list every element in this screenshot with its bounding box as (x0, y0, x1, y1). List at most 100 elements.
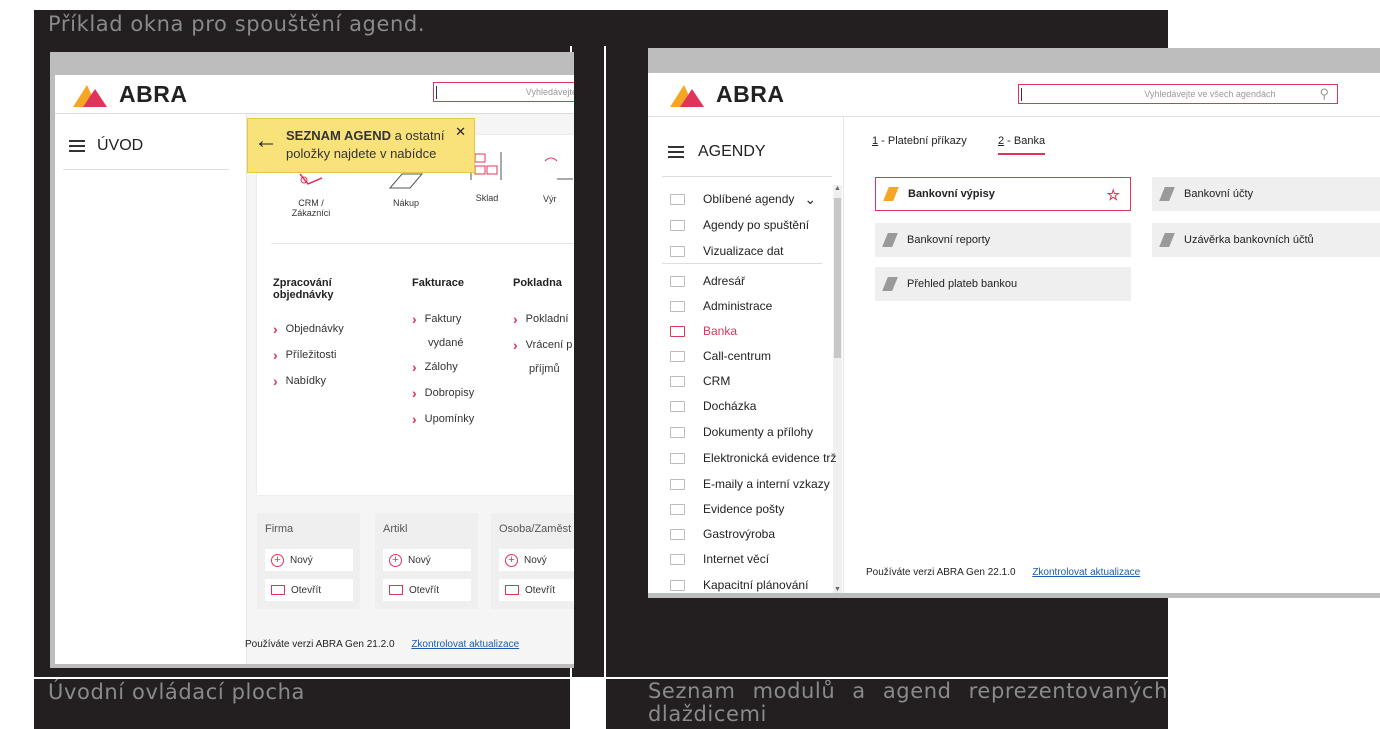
sidebar-item-2[interactable]: Vizualizace dat (670, 238, 784, 264)
sidebar-scrollbar[interactable]: ▲ ▼ (833, 185, 842, 593)
tile-marker-icon (882, 233, 898, 247)
agenda-tile-uzaverka[interactable]: Uzávěrka bankovních účtů (1152, 223, 1380, 257)
right-logo[interactable]: ABRA (670, 81, 784, 108)
left-check-updates-link[interactable]: Zkontrolovat aktualizace (411, 639, 519, 650)
sidebar-item-label: Evidence pošty (703, 502, 785, 516)
left-version: Používáte verzi ABRA Gen 21.2.0 Zkontrol… (245, 639, 519, 650)
link-prijmu[interactable]: příjmů (513, 363, 574, 375)
sidebar-item-6[interactable]: Call-centrum (670, 343, 771, 369)
tile-marker-icon (883, 187, 899, 201)
sidebar-item-7[interactable]: CRM (670, 368, 730, 394)
link-faktury-vydane[interactable]: vydané (412, 337, 502, 349)
sidebar-item-label: Docházka (703, 399, 757, 413)
sidebar-item-5[interactable]: Banka (670, 318, 737, 344)
sidebar-item-label: Internet věcí (703, 552, 770, 566)
tile-nakup-label: Nákup (392, 198, 419, 208)
sidebar-item-label: Elektronická evidence trž (703, 451, 837, 465)
left-version-text: Používáte verzi ABRA Gen 21.2.0 (245, 639, 395, 650)
left-search-input[interactable]: Vyhledávejte v (433, 82, 574, 102)
tile-marker-icon (882, 277, 898, 291)
link-upominky[interactable]: › Upomínky (412, 411, 502, 427)
folder-icon (670, 350, 685, 362)
scroll-down-icon[interactable]: ▼ (833, 586, 842, 593)
left-logo-text: ABRA (119, 81, 188, 107)
column-title-2: objednávky (273, 289, 334, 301)
tab-banka[interactable]: 2 - Banka (998, 135, 1046, 155)
link-pokladni[interactable]: › Pokladní (513, 311, 574, 327)
right-version-text: Používáte verzi ABRA Gen 22.1.0 (866, 567, 1016, 578)
tile-crm[interactable]: CRM / Zákazníci (281, 168, 341, 218)
agenda-tile-bankovni-reporty[interactable]: Bankovní reporty (875, 223, 1131, 257)
caption-right: Seznam modulů a agend reprezentovaných d… (648, 679, 1168, 726)
plus-icon: + (505, 553, 518, 567)
right-version: Používáte verzi ABRA Gen 22.1.0 Zkontrol… (866, 567, 1140, 578)
sidebar-item-3[interactable]: Adresář (670, 268, 745, 294)
agenda-tile-bankovni-ucty[interactable]: Bankovní účty (1152, 177, 1380, 211)
folder-icon (670, 300, 685, 312)
tile-marker-icon (1159, 233, 1175, 247)
sidebar-item-label: Gastrovýroba (703, 527, 776, 541)
folder-icon (670, 553, 685, 565)
link-prilezitosti[interactable]: › Příležitosti (273, 347, 383, 363)
close-icon[interactable]: ✕ (455, 123, 466, 141)
right-logo-text: ABRA (716, 81, 785, 107)
scroll-up-icon[interactable]: ▲ (833, 185, 842, 192)
star-icon[interactable]: ☆ (1107, 186, 1120, 204)
abra-logo-icon (73, 84, 107, 107)
sidebar-item-label: Dokumenty a přílohy (703, 425, 814, 439)
link-zalohy[interactable]: › Zálohy (412, 359, 502, 375)
link-nabidky[interactable]: › Nabídky (273, 373, 383, 389)
sidebar-item-13[interactable]: Gastrovýroba (670, 521, 775, 547)
link-dobropisy[interactable]: › Dobropisy (412, 385, 502, 401)
scrollbar-thumb[interactable] (834, 198, 841, 358)
left-logo[interactable]: ABRA (73, 81, 187, 108)
folder-icon (670, 452, 685, 464)
sidebar-item-15[interactable]: Kapacitní plánování (670, 572, 808, 598)
envelope-icon (505, 585, 519, 595)
link-objednavky[interactable]: › Objednávky (273, 321, 383, 337)
production-icon (544, 157, 573, 180)
left-menu-toggle[interactable]: ÚVOD (69, 137, 143, 155)
envelope-icon (271, 585, 285, 595)
hamburger-icon[interactable] (668, 146, 684, 158)
chevron-down-icon[interactable]: ⌄ (804, 191, 816, 208)
link-vraceni[interactable]: › Vrácení p (513, 337, 574, 353)
card-osoba-new-button[interactable]: + Nový (499, 549, 574, 571)
sidebar-item-10[interactable]: Elektronická evidence trž (670, 445, 836, 471)
tile-vyroba-label: Výr (543, 194, 557, 204)
right-search-input[interactable]: Vyhledávejte ve všech agendách ⚲ (1018, 84, 1338, 104)
tab-platebni-prikazy[interactable]: 1 - Platební příkazy (872, 135, 967, 147)
sidebar-item-11[interactable]: E-maily a interní vzkazy (670, 471, 830, 497)
sidebar-item-4[interactable]: Administrace (670, 293, 772, 319)
right-check-updates-link[interactable]: Zkontrolovat aktualizace (1032, 567, 1140, 578)
plus-icon: + (389, 553, 402, 567)
mid-panel-bg (572, 46, 604, 677)
right-menu-toggle[interactable]: AGENDY (668, 143, 766, 161)
sidebar-item-0[interactable]: Oblíbené agendy ⌄ (670, 186, 816, 212)
sidebar-item-12[interactable]: Evidence pošty (670, 496, 784, 522)
folder-icon (670, 579, 685, 591)
search-icon[interactable]: ⚲ (1319, 86, 1329, 102)
agenda-tile-prehled-plateb[interactable]: Přehled plateb bankou (875, 267, 1131, 301)
hamburger-icon[interactable] (69, 140, 85, 152)
card-firma-new-button[interactable]: + Nový (265, 549, 353, 571)
card-osoba-open-button[interactable]: Otevřít (499, 579, 574, 601)
back-arrow-icon[interactable]: ← (254, 129, 278, 153)
sidebar-item-9[interactable]: Dokumenty a přílohy (670, 419, 813, 445)
card-firma-open-button[interactable]: Otevřít (265, 579, 353, 601)
tooltip-bold: SEZNAM AGEND (286, 128, 391, 143)
link-faktury[interactable]: › Faktury (412, 311, 502, 327)
right-menu-title: AGENDY (698, 143, 766, 160)
card-artikl-open-button[interactable]: Otevřít (383, 579, 471, 601)
column-pokladna-title: Pokladna (513, 277, 562, 289)
agenda-tile-bankovni-vypisy[interactable]: Bankovní výpisy ☆ (875, 177, 1131, 211)
column-zpracovani: Zpracování objednávky › Objednávky › Příle… (273, 277, 383, 389)
sidebar-item-1[interactable]: Agendy po spuštění (670, 212, 809, 238)
card-artikl-new-button[interactable]: + Nový (383, 549, 471, 571)
folder-icon (670, 478, 685, 490)
tile-nakup[interactable]: Nákup (381, 168, 431, 208)
sidebar-item-8[interactable]: Docházka (670, 393, 756, 419)
folder-icon (670, 275, 685, 287)
sidebar-item-14[interactable]: Internet věcí (670, 546, 769, 572)
tile-vyroba[interactable]: Výr (543, 155, 574, 204)
